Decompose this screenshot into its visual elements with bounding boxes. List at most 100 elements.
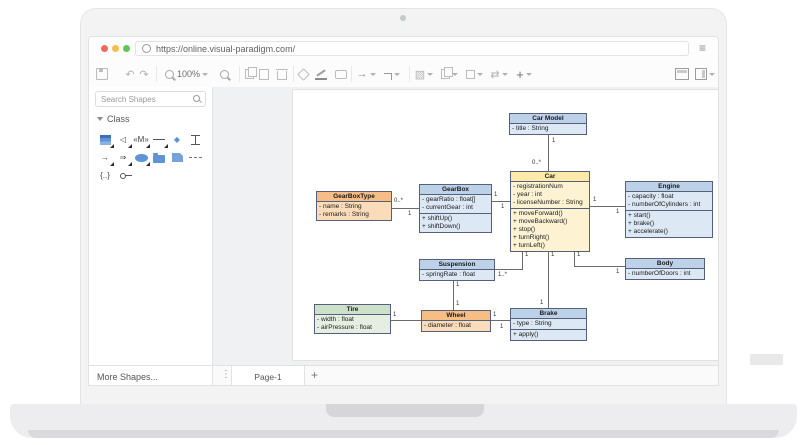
layers-icon[interactable] (438, 66, 460, 82)
multiplicity-label: 1 (551, 252, 555, 258)
delete-icon[interactable] (274, 66, 290, 82)
package-shape-icon[interactable] (151, 151, 167, 164)
class-title: Wheel (422, 311, 490, 321)
association-line-icon[interactable] (151, 133, 168, 148)
shape-style-icon[interactable] (333, 66, 349, 82)
ellipse-shape-icon[interactable] (133, 151, 150, 166)
terminator-shape-icon[interactable] (187, 133, 203, 146)
class-title: Engine (626, 182, 712, 192)
multiplicity-label: 1 (393, 312, 397, 318)
class-operation: + turnRight() (513, 234, 550, 241)
class-title: GearBoxType (317, 192, 391, 202)
page-options-icon[interactable]: ⋮ (221, 369, 231, 380)
site-info-icon[interactable] (142, 44, 151, 53)
multiplicity-label: 1 (616, 209, 620, 215)
class-title: Car Model (510, 114, 586, 124)
insert-icon[interactable]: + (513, 66, 535, 82)
association-line[interactable] (548, 249, 549, 310)
url-text: https://online.visual-paradigm.com/ (156, 43, 296, 54)
multiplicity-label: 1 (500, 324, 504, 330)
outline-panel-icon[interactable] (695, 66, 715, 82)
bring-forward-icon[interactable] (463, 66, 485, 82)
section-header-class[interactable]: Class (97, 114, 130, 124)
multiplicity-label: 1 (552, 138, 556, 144)
copy-icon[interactable] (241, 66, 257, 82)
class-car[interactable]: Car - registrationNum - year : int - lic… (510, 171, 590, 252)
association-line[interactable] (522, 249, 523, 270)
page-tab-label: Page-1 (254, 371, 282, 382)
paste-icon[interactable] (256, 66, 272, 82)
class-attribute: - licenseNumber : String (513, 199, 583, 206)
multiplicity-label: 1 (494, 192, 498, 198)
class-attribute: - springRate : float (422, 271, 476, 278)
fill-color-icon[interactable] (295, 66, 311, 82)
association-line[interactable] (493, 269, 523, 270)
tab-page-1[interactable]: Page-1 (231, 366, 305, 385)
class-attribute: - type : String (513, 320, 552, 327)
pin-connector-icon[interactable] (115, 169, 132, 182)
class-gearboxtype[interactable]: GearBoxType - name : String - remarks : … (316, 191, 392, 221)
dashed-line-icon[interactable] (187, 151, 203, 164)
close-button[interactable] (101, 45, 108, 52)
class-operation: + stop() (513, 226, 536, 233)
association-line[interactable] (548, 133, 549, 173)
zoom-in-icon[interactable] (216, 66, 232, 82)
multiplicity-label: 1 (593, 197, 597, 203)
line-color-icon[interactable] (313, 66, 329, 82)
multiplicity-label: 0..* (532, 160, 542, 166)
shadow-icon[interactable]: ▧ (413, 66, 435, 82)
class-engine[interactable]: Engine - capacity : float - numberOfCyli… (625, 181, 713, 238)
braces-icon[interactable]: {..} (97, 169, 113, 182)
dependency-arrow-icon[interactable]: → (97, 151, 114, 166)
format-panel-icon[interactable] (674, 66, 690, 82)
address-bar[interactable]: https://online.visual-paradigm.com/ (135, 41, 689, 56)
save-icon[interactable] (94, 66, 110, 82)
shape-palette-sidebar: Class ◁ «M» ◆ → ⇒ {..} (89, 87, 213, 365)
association-line[interactable] (588, 206, 627, 207)
swap-icon[interactable]: ⇄ (488, 66, 510, 82)
redo-icon[interactable]: ↷ (136, 66, 152, 82)
class-shape-icon[interactable] (97, 133, 114, 148)
multiplicity-label: 0..* (394, 198, 404, 204)
arrow-style-icon[interactable]: → (355, 66, 377, 82)
multiplicity-label: 1 (456, 282, 460, 288)
class-attribute: - airPressure : float (317, 324, 372, 331)
stereotype-icon[interactable]: «M» (133, 133, 150, 148)
class-car-model[interactable]: Car Model - title : String (509, 113, 587, 135)
menu-icon[interactable]: ≡ (699, 41, 706, 56)
class-suspension[interactable]: Suspension - springRate : float (419, 259, 495, 281)
multiplicity-label: 1..* (498, 272, 508, 278)
diamond-shape-icon[interactable]: ◆ (169, 133, 185, 146)
association-line[interactable] (490, 201, 512, 202)
search-input[interactable] (95, 91, 206, 107)
class-attribute: - width : float (317, 316, 354, 323)
association-line[interactable] (453, 277, 454, 312)
maximize-button[interactable] (123, 45, 130, 52)
class-operation: + moveBackward() (513, 218, 568, 225)
labeled-arrow-icon[interactable]: ⇒ (115, 151, 132, 166)
class-body[interactable]: Body - numberOfDoors : int (625, 258, 705, 280)
add-page-button[interactable]: + (311, 368, 318, 382)
note-shape-icon[interactable] (169, 151, 185, 164)
class-attribute: - gearRatio : float[] (422, 196, 476, 203)
generalization-arrow-icon[interactable]: ◁ (115, 133, 132, 148)
multiplicity-label: 1 (493, 312, 497, 318)
search-icon (193, 95, 200, 102)
association-line[interactable] (489, 320, 512, 321)
association-line[interactable] (390, 208, 421, 209)
association-line[interactable] (389, 320, 423, 321)
minimize-button[interactable] (112, 45, 119, 52)
connector-style-icon[interactable] (381, 66, 403, 82)
class-brake[interactable]: Brake - type : String + apply() (510, 308, 587, 341)
class-title: Car (511, 172, 589, 182)
association-line[interactable] (574, 266, 627, 267)
multiplicity-label: 1 (501, 204, 505, 210)
class-operation: + apply() (513, 331, 539, 338)
class-wheel[interactable]: Wheel - diameter : float (421, 310, 491, 332)
class-attribute: - numberOfCylinders : int (628, 201, 701, 208)
zoom-level-dropdown[interactable]: 100% (177, 66, 209, 82)
class-gearbox[interactable]: GearBox - gearRatio : float[] - currentG… (419, 184, 492, 233)
more-shapes-button[interactable]: More Shapes... (89, 365, 213, 385)
zoom-out-icon[interactable] (161, 66, 177, 82)
class-tire[interactable]: Tire - width : float - airPressure : flo… (314, 304, 391, 334)
